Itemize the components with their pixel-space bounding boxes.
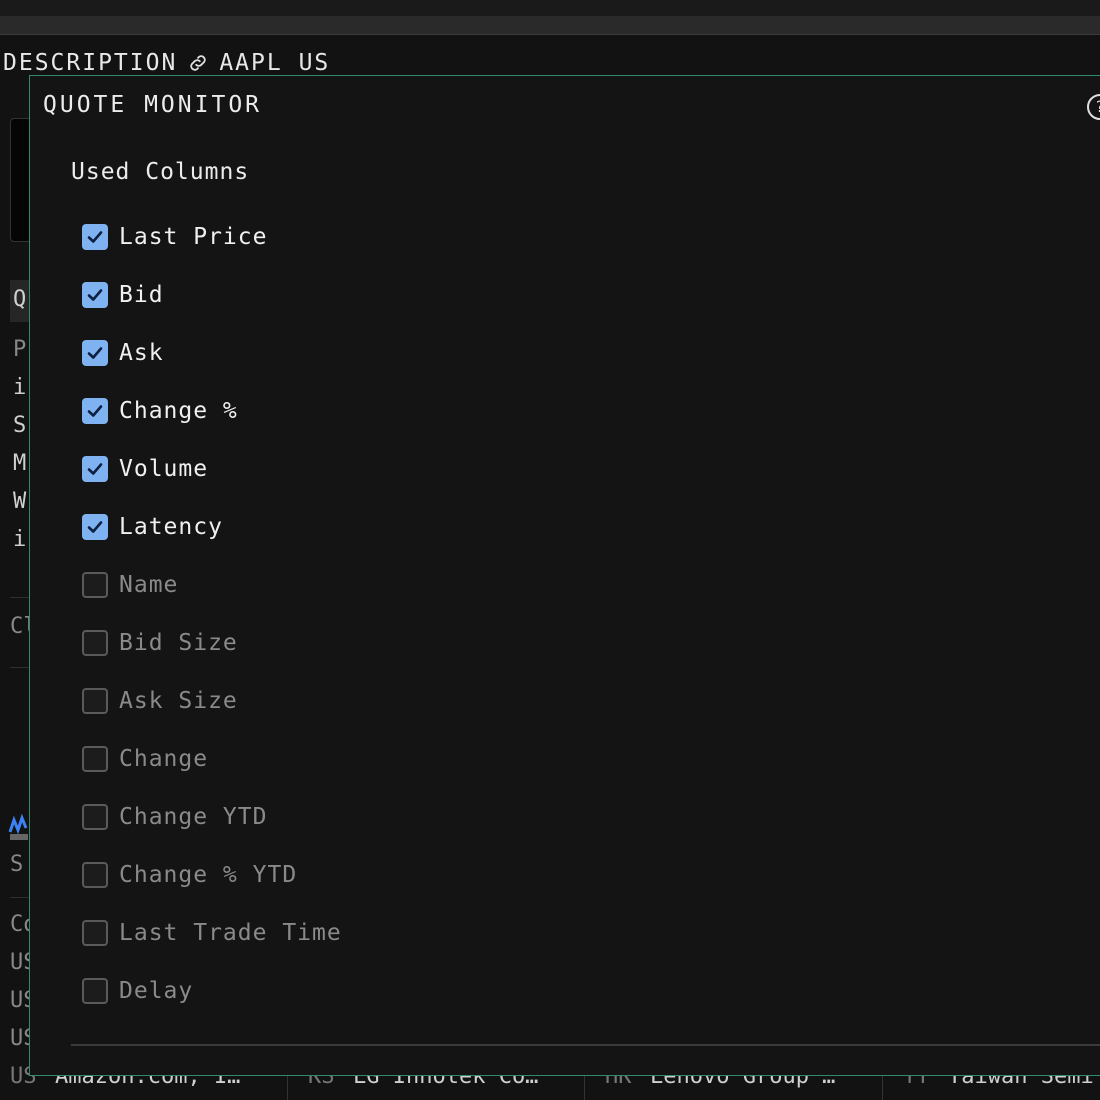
column-option[interactable]: Bid Size [82, 614, 342, 672]
column-option[interactable]: Change % [82, 382, 342, 440]
bg-text: i [13, 375, 27, 400]
checkbox-checked[interactable] [82, 456, 108, 482]
checkbox-checked[interactable] [82, 398, 108, 424]
checkbox-checked[interactable] [82, 224, 108, 250]
bg-text: S [10, 852, 24, 877]
checkbox-checked[interactable] [82, 514, 108, 540]
panel-title: QUOTE MONITOR [43, 92, 263, 118]
bg-text: i [13, 527, 27, 552]
panel-divider [71, 1044, 1100, 1046]
column-option-label: Change % [119, 398, 238, 424]
column-option[interactable]: Ask Size [82, 672, 342, 730]
checkbox-unchecked[interactable] [82, 630, 108, 656]
column-option-label: Ask Size [119, 688, 238, 714]
checkbox-unchecked[interactable] [82, 862, 108, 888]
column-option-label: Name [119, 572, 179, 598]
window-top-bar [0, 0, 1100, 16]
bg-text: Q [13, 287, 27, 312]
column-option[interactable]: Volume [82, 440, 342, 498]
column-option-label: Change [119, 746, 209, 772]
bg-text: M [13, 451, 27, 476]
column-option[interactable]: Ask [82, 324, 342, 382]
checkbox-unchecked[interactable] [82, 688, 108, 714]
link-icon[interactable] [187, 52, 209, 74]
help-icon[interactable]: ? [1087, 94, 1100, 120]
checkbox-unchecked[interactable] [82, 746, 108, 772]
column-option-label: Volume [119, 456, 209, 482]
section-title: Used Columns [71, 159, 250, 185]
column-option[interactable]: Latency [82, 498, 342, 556]
checkbox-unchecked[interactable] [82, 804, 108, 830]
sparkline-icon [8, 813, 28, 840]
checkbox-unchecked[interactable] [82, 572, 108, 598]
tab-strip [0, 16, 1100, 35]
column-option[interactable]: Change % YTD [82, 846, 342, 904]
column-option[interactable]: Last Price [82, 208, 342, 266]
column-option-label: Latency [119, 514, 223, 540]
column-option[interactable]: Name [82, 556, 342, 614]
column-option[interactable]: Bid [82, 266, 342, 324]
bg-text: S [13, 413, 27, 438]
bg-text: P [13, 337, 27, 362]
checkbox-checked[interactable] [82, 340, 108, 366]
column-list: Last Price Bid Ask Change % Volume Latency Nam… [82, 208, 342, 1020]
checkbox-unchecked[interactable] [82, 978, 108, 1004]
description-label: DESCRIPTION [3, 50, 178, 76]
column-option-label: Change YTD [119, 804, 268, 830]
column-option-label: Change % YTD [119, 862, 298, 888]
column-option-label: Last Trade Time [119, 920, 342, 946]
ticker-label: AAPL US [219, 50, 331, 76]
column-option-label: Last Price [119, 224, 268, 250]
column-option[interactable]: Delay [82, 962, 342, 1020]
description-header: DESCRIPTION AAPL US [3, 50, 330, 76]
column-option-label: Bid Size [119, 630, 238, 656]
column-option[interactable]: Change YTD [82, 788, 342, 846]
quote-monitor-panel: QUOTE MONITOR ? Used Columns Last Price B… [29, 75, 1100, 1076]
checkbox-unchecked[interactable] [82, 920, 108, 946]
column-option-label: Ask [119, 340, 164, 366]
bg-text: W [13, 489, 27, 514]
column-option-label: Delay [119, 978, 194, 1004]
column-option-label: Bid [119, 282, 164, 308]
column-option[interactable]: Change [82, 730, 342, 788]
column-option[interactable]: Last Trade Time [82, 904, 342, 962]
checkbox-checked[interactable] [82, 282, 108, 308]
